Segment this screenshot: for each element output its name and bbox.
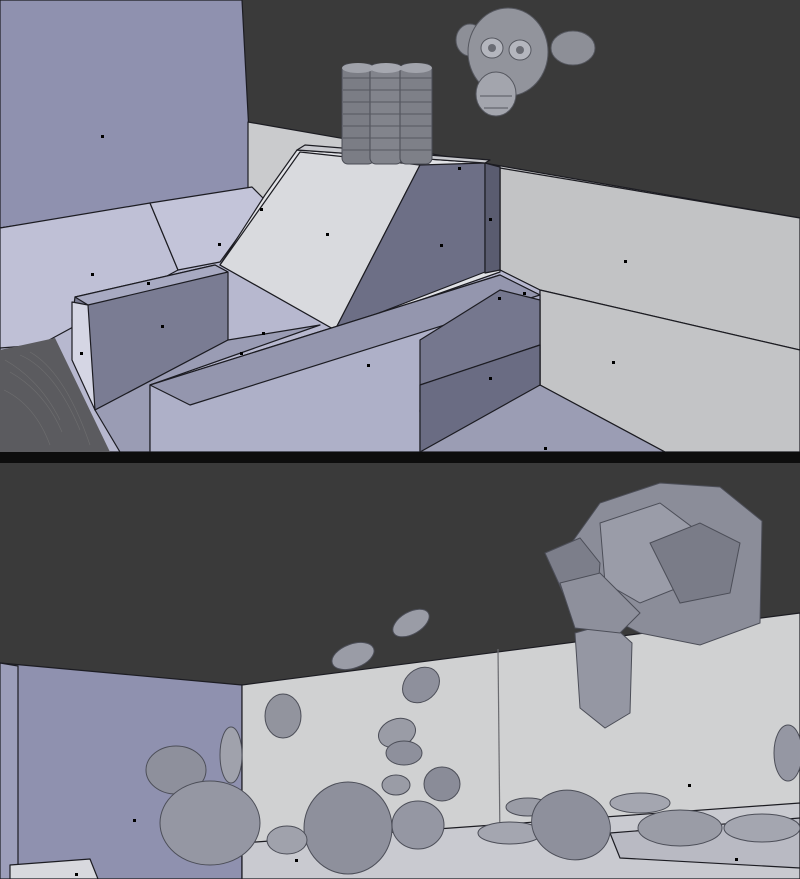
bottom-viewport[interactable] — [0, 463, 800, 879]
top-viewport[interactable] — [0, 0, 800, 452]
viewport-divider[interactable] — [0, 452, 800, 463]
stacked-discs — [341, 63, 433, 165]
wedge-edge-face — [484, 162, 501, 274]
bottom-scene — [0, 463, 800, 879]
left-wall-edge — [0, 662, 19, 879]
top-scene — [0, 0, 800, 452]
